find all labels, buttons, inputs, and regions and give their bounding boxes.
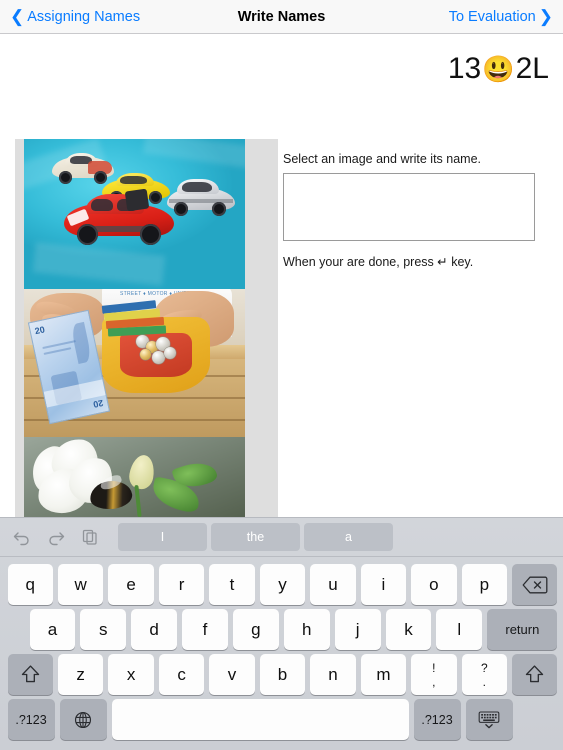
instruction-panel: Select an image and write its name. When… <box>283 152 537 269</box>
to-evaluation-label: To Evaluation <box>448 8 536 25</box>
keyboard-row-3: z x c v b n m ! , ? . <box>3 652 560 697</box>
backspace-key[interactable] <box>512 564 558 605</box>
space-key[interactable] <box>111 699 409 740</box>
shift-icon <box>524 664 545 685</box>
key-v[interactable]: v <box>209 654 255 695</box>
toy-cars-photo[interactable] <box>24 139 245 289</box>
globe-key[interactable] <box>59 699 107 740</box>
suggestion-words: I the a <box>118 523 563 551</box>
numeric-key-left[interactable]: .?123 <box>7 699 55 740</box>
wallet-money-photo[interactable]: STREET ♦ MOTOR ♦ UNITED 20 20 <box>24 289 245 437</box>
key-n[interactable]: n <box>310 654 356 695</box>
key-a[interactable]: a <box>29 609 76 650</box>
paste-icon[interactable] <box>80 527 100 547</box>
image-list: STREET ♦ MOTOR ♦ UNITED 20 20 <box>15 139 278 517</box>
score-lives-count: 2L <box>515 52 549 85</box>
shift-icon <box>20 664 41 685</box>
shift-key-right[interactable] <box>512 654 558 695</box>
on-screen-keyboard: I the a q w e r t y u i o p a s d f g h … <box>0 517 563 750</box>
key-o[interactable]: o <box>411 564 457 605</box>
chevron-left-icon: ❮ <box>10 7 25 26</box>
key-y[interactable]: y <box>259 564 306 605</box>
navigation-bar: ❮ Assigning Names Write Names To Evaluat… <box>0 0 563 34</box>
suggestion-word[interactable]: the <box>211 523 300 551</box>
backspace-icon <box>522 576 548 594</box>
key-c[interactable]: c <box>158 654 205 695</box>
key-w[interactable]: w <box>57 564 104 605</box>
key-m[interactable]: m <box>360 654 407 695</box>
shift-key-left[interactable] <box>7 654 53 695</box>
undo-icon[interactable] <box>12 527 32 547</box>
key-b[interactable]: b <box>259 654 306 695</box>
key-z[interactable]: z <box>57 654 104 695</box>
smiley-face-icon: 😃 <box>482 53 515 84</box>
key-r[interactable]: r <box>158 564 205 605</box>
key-period-label: . <box>482 674 486 689</box>
instruction-bottom-after: key. <box>447 255 474 269</box>
silver-toy-car <box>167 179 235 217</box>
key-h[interactable]: h <box>283 609 330 650</box>
key-comma-label: , <box>432 674 436 689</box>
numeric-key-right[interactable]: .?123 <box>413 699 461 740</box>
key-l[interactable]: l <box>436 609 483 650</box>
score-correct-count: 13 <box>447 52 482 85</box>
suggestion-bar: I the a <box>0 518 563 557</box>
key-u[interactable]: u <box>310 564 356 605</box>
keyboard-row-4: .?123 .?123 <box>3 697 560 742</box>
instruction-bottom-before: When your are done, press <box>283 255 438 269</box>
key-exclamation-comma[interactable]: ! , <box>411 654 457 695</box>
key-k[interactable]: k <box>385 609 432 650</box>
key-x[interactable]: x <box>108 654 154 695</box>
score-display: 13 😃 2L <box>448 52 549 86</box>
edit-icons-group <box>0 527 118 547</box>
key-g[interactable]: g <box>232 609 279 650</box>
key-q[interactable]: q <box>7 564 53 605</box>
suggestion-word[interactable]: I <box>118 523 207 551</box>
key-j[interactable]: j <box>334 609 381 650</box>
back-button[interactable]: ❮ Assigning Names <box>10 8 140 25</box>
return-key[interactable]: return <box>487 609 558 650</box>
key-s[interactable]: s <box>80 609 127 650</box>
key-f[interactable]: f <box>182 609 228 650</box>
keyboard-row-1: q w e r t y u i o p <box>3 562 560 607</box>
key-d[interactable]: d <box>131 609 178 650</box>
key-question-period[interactable]: ? . <box>461 654 508 695</box>
flower-bee-photo[interactable] <box>24 437 245 517</box>
chevron-right-icon: ❯ <box>538 7 553 26</box>
globe-icon <box>73 710 93 730</box>
key-exclamation-label: ! <box>432 660 436 675</box>
hide-keyboard-icon <box>477 710 501 730</box>
keyboard-row-2: a s d f g h j k l return <box>3 607 560 652</box>
key-i[interactable]: i <box>360 564 407 605</box>
keyboard-rows: q w e r t y u i o p a s d f g h j k l re… <box>0 557 563 746</box>
app-root: ❮ Assigning Names Write Names To Evaluat… <box>0 0 563 750</box>
instruction-bottom-text: When your are done, press ↵ key. <box>283 254 537 269</box>
red-toy-car <box>64 188 174 246</box>
hide-keyboard-key[interactable] <box>465 699 513 740</box>
key-e[interactable]: e <box>108 564 154 605</box>
suggestion-word[interactable]: a <box>304 523 393 551</box>
key-question-label: ? <box>480 660 488 675</box>
return-key-glyph: ↵ <box>437 254 448 269</box>
redo-icon[interactable] <box>46 527 66 547</box>
key-p[interactable]: p <box>461 564 508 605</box>
key-t[interactable]: t <box>209 564 255 605</box>
to-evaluation-button[interactable]: To Evaluation ❯ <box>449 8 553 25</box>
name-input[interactable] <box>283 173 535 241</box>
instruction-top-text: Select an image and write its name. <box>283 152 482 166</box>
back-button-label: Assigning Names <box>27 8 141 25</box>
